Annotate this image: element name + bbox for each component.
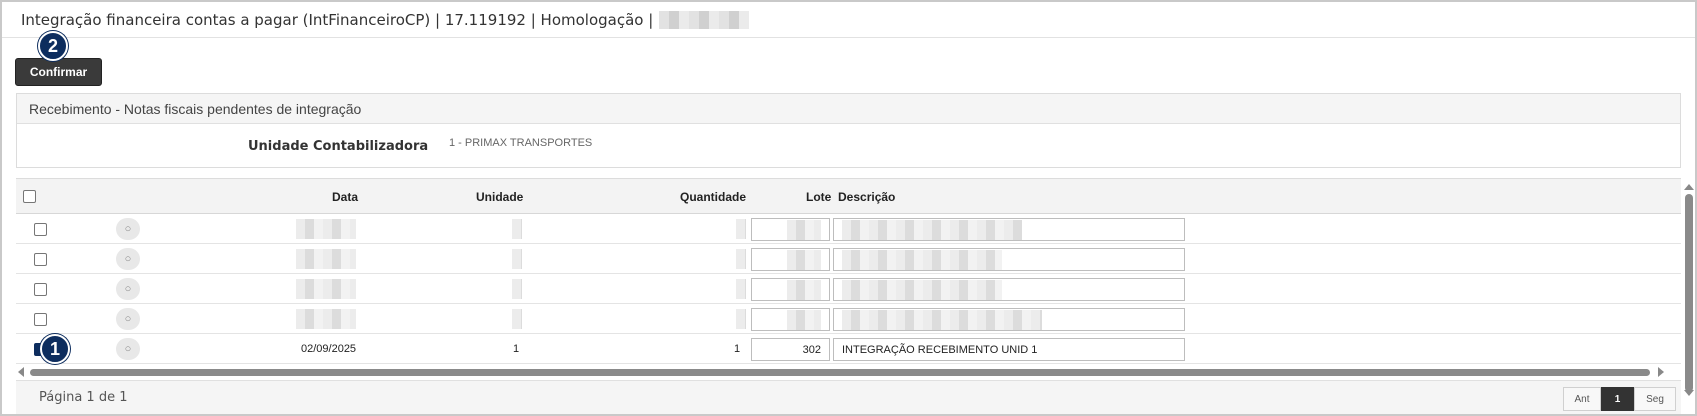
invoice-grid: Data Unidade Quantidade Lote Descrição ○…	[16, 178, 1681, 368]
redacted-unit	[512, 279, 522, 299]
scroll-down-icon[interactable]	[1684, 390, 1694, 396]
search-icon[interactable]: ○	[116, 248, 140, 270]
vertical-scrollbar[interactable]	[1683, 182, 1695, 396]
redacted-quantity	[736, 219, 746, 239]
redacted-environment	[659, 10, 750, 29]
table-row[interactable]: ○	[16, 304, 1681, 334]
table-row[interactable]: ○	[16, 244, 1681, 274]
row-checkbox[interactable]	[34, 253, 47, 266]
page-1-button[interactable]: 1	[1601, 387, 1634, 411]
unit-field-value: 1 - PRIMAX TRANSPORTES	[449, 137, 593, 149]
row-checkbox[interactable]	[34, 223, 47, 236]
scroll-right-icon[interactable]	[1658, 367, 1664, 377]
table-row[interactable]: ○	[16, 274, 1681, 304]
window-title: Integração financeira contas a pagar (In…	[21, 10, 654, 29]
descricao-input[interactable]: INTEGRAÇÃO RECEBIMENTO UNID 1	[833, 338, 1185, 361]
redacted-quantity	[736, 279, 746, 299]
scroll-up-icon[interactable]	[1684, 184, 1694, 190]
column-header-descricao[interactable]: Descrição	[838, 190, 895, 204]
search-icon[interactable]: ○	[116, 308, 140, 330]
scroll-left-icon[interactable]	[18, 367, 24, 377]
grid-header: Data Unidade Quantidade Lote Descrição	[16, 179, 1681, 214]
grid-footer: Página 1 de 1 Ant 1 Seg	[16, 380, 1681, 414]
vertical-scroll-thumb[interactable]	[1685, 194, 1693, 392]
redacted-date	[296, 219, 356, 239]
page-info: Página 1 de 1	[39, 390, 128, 405]
search-icon[interactable]: ○	[116, 218, 140, 240]
descricao-input[interactable]	[833, 278, 1185, 301]
table-row[interactable]: ○	[16, 214, 1681, 244]
column-header-quantidade[interactable]: Quantidade	[680, 190, 746, 204]
filter-panel: Recebimento - Notas fiscais pendentes de…	[16, 93, 1681, 168]
lote-input[interactable]	[751, 278, 830, 301]
table-row[interactable]: ○ 02/09/2025 1 1 302 INTEGRAÇÃO RECEBIME…	[16, 334, 1681, 364]
panel-title: Recebimento - Notas fiscais pendentes de…	[17, 94, 1680, 124]
row-checkbox[interactable]	[34, 283, 47, 296]
lote-input[interactable]	[751, 308, 830, 331]
search-icon[interactable]: ○	[116, 338, 140, 360]
redacted-unit	[512, 219, 522, 239]
row-checkbox[interactable]	[34, 313, 47, 326]
descricao-input[interactable]	[833, 248, 1185, 271]
select-all-checkbox[interactable]	[23, 190, 36, 203]
descricao-input[interactable]	[833, 308, 1185, 331]
row-unidade: 1	[513, 343, 520, 355]
redacted-date	[296, 309, 356, 329]
horizontal-scroll-thumb[interactable]	[30, 369, 1650, 376]
column-header-data[interactable]: Data	[332, 190, 358, 204]
lote-input[interactable]	[751, 248, 830, 271]
redacted-date	[296, 249, 356, 269]
horizontal-scrollbar[interactable]	[16, 367, 1666, 377]
prev-page-button[interactable]: Ant	[1563, 387, 1601, 411]
redacted-date	[296, 279, 356, 299]
lote-input[interactable]	[751, 218, 830, 241]
step-badge-row: 1	[40, 334, 70, 364]
redacted-quantity	[736, 309, 746, 329]
column-header-lote[interactable]: Lote	[806, 190, 831, 204]
row-quantidade: 1	[734, 343, 741, 355]
redacted-unit	[512, 249, 522, 269]
next-page-button[interactable]: Seg	[1634, 387, 1676, 411]
lote-input[interactable]: 302	[751, 338, 830, 361]
window-title-bar: Integração financeira contas a pagar (In…	[2, 2, 1695, 38]
column-header-unidade[interactable]: Unidade	[476, 190, 523, 204]
step-badge-confirm: 2	[38, 31, 68, 61]
row-data: 02/09/2025	[301, 343, 357, 355]
descricao-input[interactable]	[833, 218, 1185, 241]
redacted-unit	[512, 309, 522, 329]
search-icon[interactable]: ○	[116, 278, 140, 300]
redacted-quantity	[736, 249, 746, 269]
unit-field-label: Unidade Contabilizadora	[248, 139, 429, 154]
confirm-button[interactable]: Confirmar	[15, 58, 102, 86]
